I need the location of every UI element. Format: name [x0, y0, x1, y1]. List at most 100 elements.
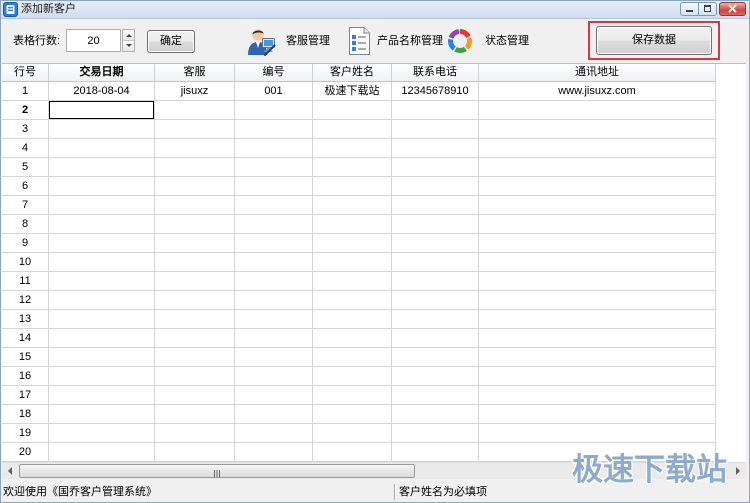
cell-address[interactable] [479, 367, 716, 386]
table-row[interactable]: 7 [2, 196, 746, 215]
cell-phone[interactable] [392, 443, 479, 462]
cell-address[interactable] [479, 177, 716, 196]
cell-customer-name[interactable] [313, 101, 392, 120]
cell-trade-date[interactable] [49, 234, 155, 253]
table-row[interactable]: 6 [2, 177, 746, 196]
cell-serial-no[interactable]: 001 [235, 82, 313, 101]
row-header-cell[interactable]: 14 [2, 329, 49, 348]
cell-serial-no[interactable] [235, 348, 313, 367]
cell-trade-date[interactable] [49, 177, 155, 196]
row-header-cell[interactable]: 20 [2, 443, 49, 462]
cell-address[interactable] [479, 158, 716, 177]
cell-customer-name[interactable] [313, 310, 392, 329]
cell-trade-date[interactable] [49, 101, 155, 120]
column-header-service-agent[interactable]: 客服 [155, 64, 235, 82]
cell-address[interactable] [479, 272, 716, 291]
table-row[interactable]: 2 [2, 101, 746, 120]
table-row[interactable]: 8 [2, 215, 746, 234]
cell-address[interactable] [479, 101, 716, 120]
cell-phone[interactable] [392, 367, 479, 386]
cell-serial-no[interactable] [235, 101, 313, 120]
cell-service-agent[interactable] [155, 215, 235, 234]
cell-address[interactable] [479, 291, 716, 310]
column-header-customer-name[interactable]: 客户姓名 [313, 64, 392, 82]
cell-serial-no[interactable] [235, 367, 313, 386]
cell-trade-date[interactable] [49, 215, 155, 234]
cell-customer-name[interactable]: 极速下载站 [313, 82, 392, 101]
cell-customer-name[interactable] [313, 348, 392, 367]
save-data-button[interactable]: 保存数据 [596, 26, 712, 55]
cell-customer-name[interactable] [313, 291, 392, 310]
cell-address[interactable] [479, 234, 716, 253]
table-row[interactable]: 1 2018-08-04 jisuxz 001 极速下载站 12345678910 www.… [2, 82, 746, 101]
column-header-serial-no[interactable]: 编号 [235, 64, 313, 82]
table-row[interactable]: 18 [2, 405, 746, 424]
cell-phone[interactable] [392, 386, 479, 405]
column-header-row-number[interactable]: 行号 [2, 64, 49, 82]
horizontal-scrollbar[interactable] [2, 462, 746, 479]
cell-trade-date[interactable] [49, 348, 155, 367]
row-header-cell[interactable]: 18 [2, 405, 49, 424]
cell-serial-no[interactable] [235, 424, 313, 443]
minimize-button[interactable] [680, 2, 699, 16]
cell-service-agent[interactable] [155, 253, 235, 272]
cell-address[interactable] [479, 253, 716, 272]
cell-trade-date[interactable] [49, 310, 155, 329]
cell-service-agent[interactable] [155, 405, 235, 424]
cell-address[interactable] [479, 310, 716, 329]
cell-service-agent[interactable] [155, 291, 235, 310]
rows-count-input[interactable] [66, 29, 121, 52]
cell-phone[interactable] [392, 196, 479, 215]
cell-address[interactable] [479, 196, 716, 215]
cell-phone[interactable] [392, 158, 479, 177]
confirm-button[interactable]: 确定 [147, 30, 195, 53]
cell-serial-no[interactable] [235, 139, 313, 158]
cell-trade-date[interactable] [49, 253, 155, 272]
table-row[interactable]: 13 [2, 310, 746, 329]
cell-trade-date[interactable] [49, 405, 155, 424]
cell-serial-no[interactable] [235, 310, 313, 329]
cell-service-agent[interactable] [155, 367, 235, 386]
table-row[interactable]: 12 [2, 291, 746, 310]
cell-serial-no[interactable] [235, 177, 313, 196]
column-header-trade-date[interactable]: 交易日期 [49, 64, 155, 82]
cell-customer-name[interactable] [313, 177, 392, 196]
cell-phone[interactable] [392, 291, 479, 310]
cell-service-agent[interactable]: jisuxz [155, 82, 235, 101]
cell-serial-no[interactable] [235, 386, 313, 405]
maximize-button[interactable] [698, 2, 717, 16]
cell-customer-name[interactable] [313, 253, 392, 272]
scroll-left-button[interactable] [2, 463, 19, 479]
status-tool[interactable]: 状态管理 [444, 24, 530, 58]
column-header-address[interactable]: 通讯地址 [479, 64, 716, 82]
cell-customer-name[interactable] [313, 443, 392, 462]
table-row[interactable]: 19 [2, 424, 746, 443]
cell-customer-name[interactable] [313, 386, 392, 405]
close-button[interactable] [719, 2, 746, 16]
cell-phone[interactable] [392, 329, 479, 348]
cell-phone[interactable] [392, 348, 479, 367]
row-header-cell[interactable]: 1 [2, 82, 49, 101]
cell-serial-no[interactable] [235, 291, 313, 310]
scroll-thumb[interactable] [19, 464, 415, 478]
row-header-cell[interactable]: 6 [2, 177, 49, 196]
cell-customer-name[interactable] [313, 405, 392, 424]
cell-phone[interactable] [392, 234, 479, 253]
cell-phone[interactable] [392, 272, 479, 291]
cell-service-agent[interactable] [155, 386, 235, 405]
cell-customer-name[interactable] [313, 329, 392, 348]
cell-service-agent[interactable] [155, 234, 235, 253]
cell-phone[interactable] [392, 424, 479, 443]
cell-address[interactable] [479, 120, 716, 139]
table-row[interactable]: 15 [2, 348, 746, 367]
cell-serial-no[interactable] [235, 215, 313, 234]
table-row[interactable]: 17 [2, 386, 746, 405]
table-row[interactable]: 9 [2, 234, 746, 253]
cell-trade-date[interactable] [49, 424, 155, 443]
cell-service-agent[interactable] [155, 348, 235, 367]
cell-phone[interactable] [392, 120, 479, 139]
row-header-cell[interactable]: 2 [2, 101, 49, 120]
cell-trade-date[interactable] [49, 196, 155, 215]
cell-service-agent[interactable] [155, 272, 235, 291]
cell-address[interactable]: www.jisuxz.com [479, 82, 716, 101]
